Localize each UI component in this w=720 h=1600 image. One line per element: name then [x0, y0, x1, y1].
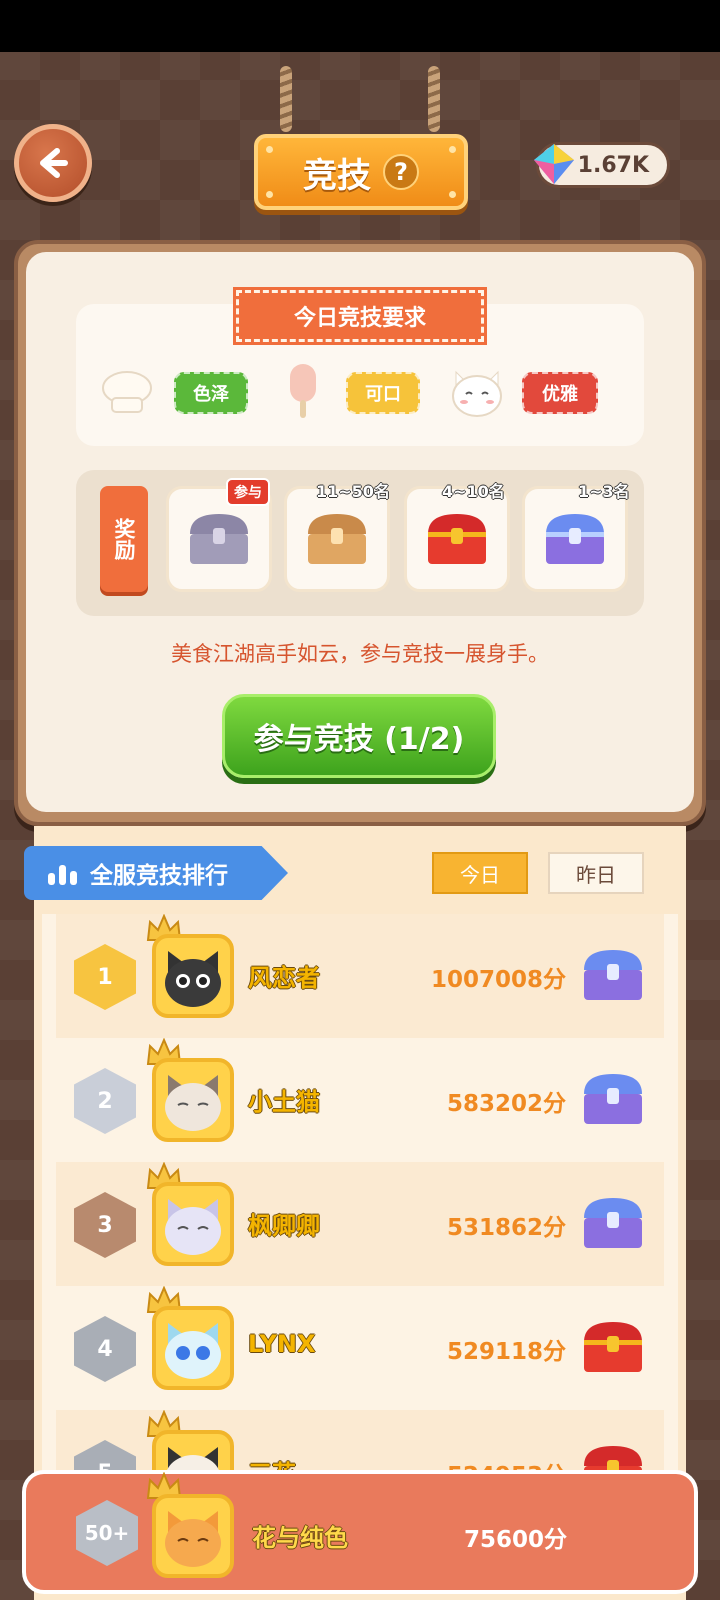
table-row[interactable]: 1 风恋者 1007008分	[56, 914, 664, 1038]
ranking-title-tab: 全服竞技排行	[24, 846, 288, 900]
tab-today[interactable]: 今日	[432, 852, 528, 894]
calico-cat-avatar-icon	[165, 1447, 221, 1474]
black-cat-avatar-icon	[165, 951, 221, 1007]
my-score: 75600分	[464, 1527, 568, 1553]
reward-rank-4-10: 4~10名	[442, 482, 505, 501]
player-name: 小土猫	[248, 1088, 320, 1116]
player-name: 风恋者	[248, 964, 320, 992]
table-row[interactable]: 5 三花。 524953分	[56, 1410, 664, 1474]
siamese-cat-avatar-icon	[165, 1075, 221, 1131]
rank-medal-gold: 1	[74, 944, 136, 1010]
requirement-tag-color: 色泽	[174, 372, 248, 414]
rank-medal: 5	[74, 1440, 136, 1474]
gem-icon	[534, 144, 574, 184]
chest-blue-icon	[584, 1074, 642, 1124]
requirement-tag-taste: 可口	[346, 372, 420, 414]
my-rank-row[interactable]: 50+ 花与纯色 75600分	[22, 1470, 698, 1594]
lilac-cat-avatar-icon	[165, 1199, 221, 1255]
rope-right	[428, 66, 440, 132]
my-name: 花与纯色	[252, 1524, 348, 1552]
player-name: LYNX	[248, 1330, 316, 1358]
requirements-banner: 今日竞技要求	[233, 287, 487, 345]
reward-rank-1-3: 1~3名	[578, 482, 630, 501]
chef-hat-icon	[102, 371, 152, 413]
rank-medal-bronze: 3	[74, 1192, 136, 1258]
player-name: 枫卿卿	[248, 1212, 320, 1240]
arrow-left-icon	[40, 148, 68, 178]
table-row[interactable]: 3 枫卿卿 531862分	[56, 1162, 664, 1286]
player-score: 531862分	[446, 1215, 566, 1241]
chest-gray-icon	[190, 514, 248, 564]
rank-medal-silver: 2	[74, 1068, 136, 1134]
orange-cat-avatar-icon	[165, 1511, 221, 1567]
chest-bronze-icon	[308, 514, 366, 564]
table-row[interactable]: 2 小土猫 583202分	[56, 1038, 664, 1162]
title-plate: 竞技 ?	[254, 134, 468, 210]
join-competition-button[interactable]: 参与竞技 (1/2)	[222, 694, 496, 778]
avatar	[152, 1058, 234, 1142]
ranking-title: 全服竞技排行	[90, 863, 228, 889]
rank-medal: 4	[74, 1316, 136, 1382]
bar-chart-icon	[48, 865, 77, 885]
player-score: 1007008分	[430, 967, 566, 993]
lucky-cat-icon	[452, 370, 502, 417]
rope-left	[280, 66, 292, 132]
help-icon[interactable]: ?	[383, 154, 419, 190]
tab-yesterday[interactable]: 昨日	[548, 852, 644, 894]
avatar	[152, 1182, 234, 1266]
chest-red-icon	[428, 514, 486, 564]
my-avatar	[152, 1494, 234, 1578]
ranking-list: 1 风恋者 1007008分 2 小土猫 583202分 3 枫卿卿 53186…	[42, 914, 678, 1474]
player-score: 583202分	[446, 1091, 566, 1117]
avatar	[152, 1306, 234, 1390]
popsicle-icon	[290, 364, 316, 418]
avatar	[152, 1430, 234, 1474]
participate-badge: 参与	[226, 478, 270, 506]
reward-label: 奖励	[100, 486, 148, 592]
chest-blue-icon	[584, 950, 642, 1000]
player-score: 529118分	[446, 1339, 566, 1365]
page-title: 竞技	[303, 155, 371, 196]
avatar	[152, 934, 234, 1018]
table-row[interactable]: 4 LYNX 529118分	[56, 1286, 664, 1410]
slogan: 美食江湖高手如云，参与竞技一展身手。	[171, 642, 549, 666]
chest-blue-icon	[546, 514, 604, 564]
currency-amount: 1.67K	[577, 152, 649, 178]
chest-blue-icon	[584, 1198, 642, 1248]
status-bar	[0, 0, 720, 52]
reward-rank-11-50: 11~50名	[316, 482, 390, 501]
back-button[interactable]	[14, 124, 92, 202]
chest-red-icon	[584, 1322, 642, 1372]
my-rank-medal: 50+	[76, 1500, 138, 1566]
chest-red-icon	[584, 1446, 642, 1474]
blue-eyed-cat-avatar-icon	[165, 1323, 221, 1379]
requirement-tag-elegant: 优雅	[522, 372, 598, 414]
